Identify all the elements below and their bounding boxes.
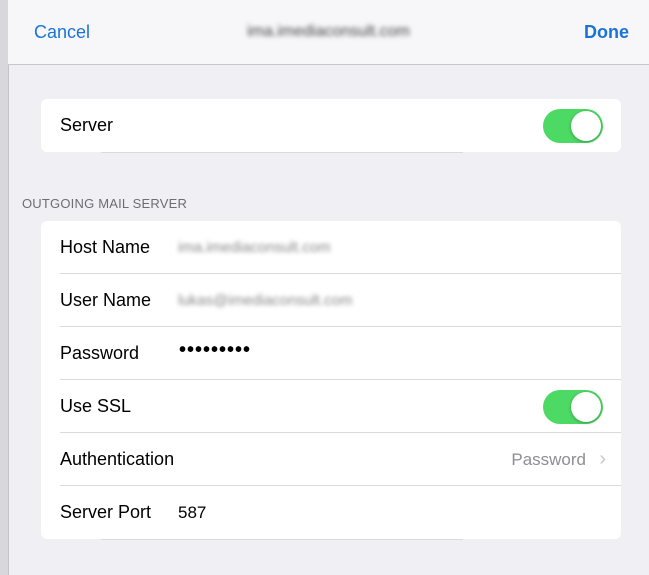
divider bbox=[101, 152, 463, 153]
host-name-field[interactable]: ima.imediaconsult.com bbox=[178, 239, 331, 256]
server-row: Server bbox=[41, 99, 621, 152]
outgoing-server-group: Host Name ima.imediaconsult.com User Nam… bbox=[41, 221, 621, 540]
password-label: Password bbox=[60, 343, 140, 363]
toggle-knob bbox=[571, 111, 601, 141]
use-ssl-label: Use SSL bbox=[60, 396, 132, 416]
done-button[interactable]: Done bbox=[584, 22, 629, 43]
authentication-row[interactable]: Authentication Password › bbox=[41, 433, 621, 486]
use-ssl-row: Use SSL bbox=[41, 380, 621, 433]
nav-title: ima.imediaconsult.com bbox=[247, 23, 410, 40]
password-field[interactable]: ••••••••• bbox=[179, 339, 251, 362]
chevron-right-icon: › bbox=[599, 448, 606, 470]
user-name-field[interactable]: lukas@imediaconsult.com bbox=[178, 292, 352, 309]
authentication-value: Password bbox=[511, 449, 586, 469]
server-toggle[interactable] bbox=[543, 109, 603, 143]
authentication-label: Authentication bbox=[60, 449, 175, 469]
user-name-label: User Name bbox=[60, 290, 152, 310]
divider bbox=[101, 539, 463, 540]
window-left-edge bbox=[0, 0, 9, 575]
section-header-outgoing: OUTGOING MAIL SERVER bbox=[22, 196, 188, 211]
server-port-row[interactable]: Server Port 587 bbox=[41, 486, 621, 539]
navigation-bar: Cancel ima.imediaconsult.com Done bbox=[8, 0, 649, 65]
server-port-field[interactable]: 587 bbox=[178, 503, 206, 523]
server-group: Server bbox=[41, 99, 621, 153]
user-name-row[interactable]: User Name lukas@imediaconsult.com bbox=[41, 274, 621, 327]
host-name-label: Host Name bbox=[60, 237, 151, 257]
password-row[interactable]: Password ••••••••• bbox=[41, 327, 621, 380]
server-label: Server bbox=[60, 115, 114, 135]
toggle-knob bbox=[571, 392, 601, 422]
server-port-label: Server Port bbox=[60, 502, 152, 522]
use-ssl-toggle[interactable] bbox=[543, 390, 603, 424]
host-name-row[interactable]: Host Name ima.imediaconsult.com bbox=[41, 221, 621, 274]
